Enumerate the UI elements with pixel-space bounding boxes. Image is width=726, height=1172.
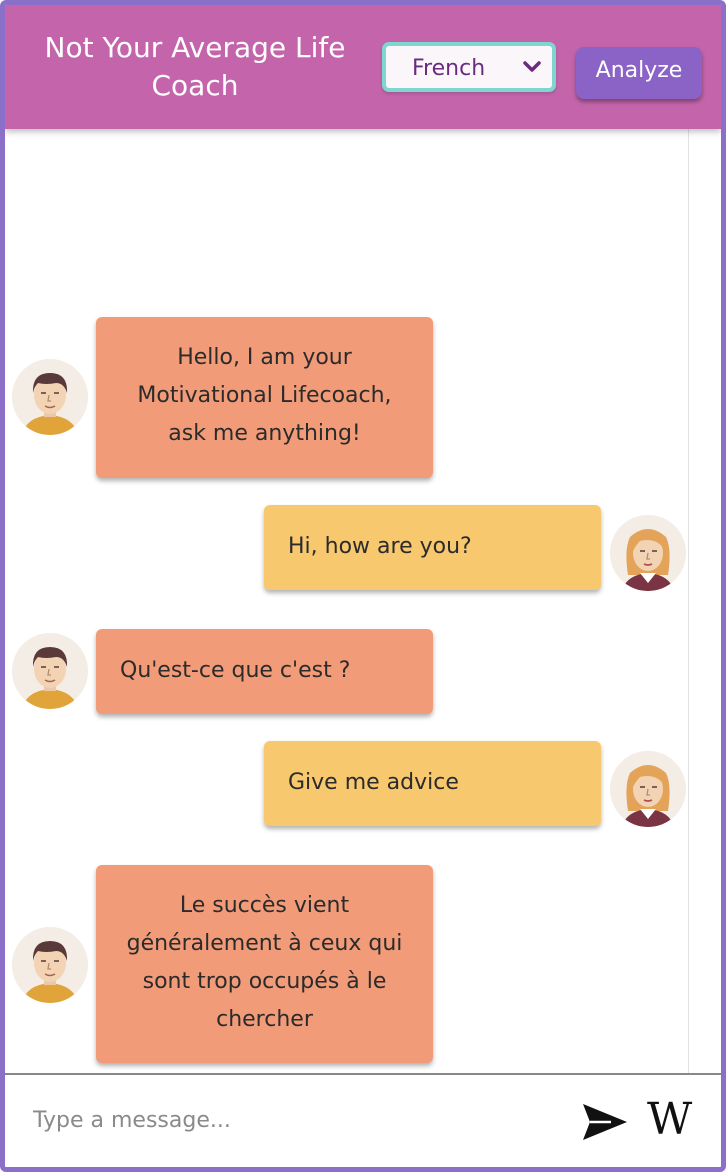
- language-select[interactable]: French: [382, 42, 556, 92]
- wikipedia-icon[interactable]: W: [647, 1095, 692, 1145]
- coach-avatar: [12, 359, 88, 435]
- app-title: Not Your Average Life Coach: [44, 31, 346, 102]
- user-message-bubble: Hi, how are you?: [264, 505, 601, 590]
- message-text: Hi, how are you?: [288, 534, 472, 559]
- analyze-button[interactable]: Analyze: [576, 47, 702, 99]
- message-text: Hello, I am your Motivational Lifecoach,…: [137, 345, 392, 446]
- send-icon[interactable]: [581, 1101, 629, 1147]
- chevron-down-icon: [522, 59, 542, 78]
- message-composer: W: [5, 1073, 721, 1167]
- coach-avatar: [12, 927, 88, 1003]
- user-avatar: [610, 515, 686, 591]
- message-text: Give me advice: [288, 770, 459, 795]
- chat-area[interactable]: Hello, I am your Motivational Lifecoach,…: [5, 129, 721, 1073]
- coach-avatar: [12, 633, 88, 709]
- scrollbar[interactable]: [688, 129, 689, 1073]
- message-text: Qu'est-ce que c'est ?: [120, 658, 351, 683]
- message-input[interactable]: [31, 1097, 555, 1143]
- bot-message-bubble: Qu'est-ce que c'est ?: [96, 629, 433, 714]
- app-header: Not Your Average Life Coach French Analy…: [5, 5, 721, 129]
- user-message-bubble: Give me advice: [264, 741, 601, 826]
- bot-message-bubble: Le succès vient généralement à ceux qui …: [96, 865, 433, 1063]
- language-select-value: French: [412, 56, 486, 81]
- app-frame: Not Your Average Life Coach French Analy…: [0, 0, 726, 1172]
- message-text: Le succès vient généralement à ceux qui …: [126, 893, 403, 1032]
- user-avatar: [610, 751, 686, 827]
- bot-message-bubble: Hello, I am your Motivational Lifecoach,…: [96, 317, 433, 478]
